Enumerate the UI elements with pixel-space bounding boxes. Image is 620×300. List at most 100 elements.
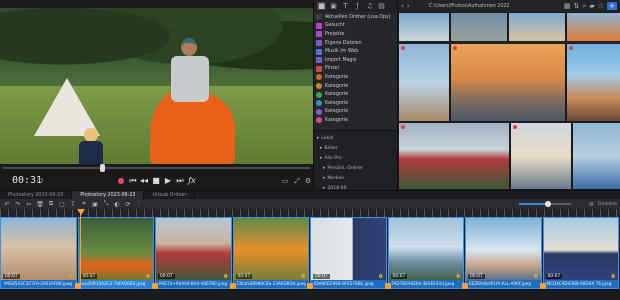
fullscreen-icon[interactable]: ⤢ (292, 176, 302, 186)
video-preview[interactable] (0, 8, 313, 164)
photo-thumb[interactable] (510, 122, 572, 190)
paste-icon[interactable]: ▢ (58, 201, 66, 208)
folder-item[interactable]: Eigene Dateien (316, 39, 396, 48)
import-icon[interactable]: + (607, 2, 617, 10)
timeline-clip[interactable]: 00:07 🔒 MCD4C9D43B8-A8D4A 76.jpeg (542, 217, 619, 289)
tab-project-1[interactable]: Photostory 2023-06-23 (0, 191, 73, 199)
sort-icon[interactable]: ⇅ (574, 2, 580, 10)
cut-icon[interactable]: ✂ (25, 201, 33, 208)
photo-thumb[interactable] (566, 12, 620, 42)
star-icon[interactable]: ☆ (598, 2, 604, 10)
photo-thumb[interactable] (398, 122, 510, 190)
folder-item[interactable]: Gesucht (316, 22, 396, 31)
time-ruler[interactable] (0, 209, 620, 217)
lock-icon[interactable]: 🔒 (456, 274, 461, 279)
stop-icon[interactable]: ■ (151, 176, 161, 186)
view-grid-icon[interactable]: ▦ (564, 2, 571, 10)
lock-icon[interactable]: 🔒 (378, 274, 383, 279)
tree-item[interactable]: ▸ Medien (317, 173, 395, 183)
timeline-label[interactable]: Timeline (597, 202, 617, 207)
folder-item[interactable]: Kategorie (316, 108, 396, 117)
back-icon[interactable]: ‹ (401, 2, 404, 10)
filter-icon[interactable]: ⌕ (582, 2, 586, 11)
redo-icon[interactable]: ↷ (14, 201, 22, 208)
tree-item[interactable]: ▸ Alle Pro (317, 153, 395, 163)
folder-path[interactable]: C:\Users\Photos\Aufnahmen 2022 (429, 4, 561, 9)
chevron-right-icon[interactable]: ▸ (323, 176, 325, 181)
folder-item[interactable]: Projekte (316, 30, 396, 39)
folder-item[interactable]: Kategorie (316, 99, 396, 108)
folder-item[interactable]: Aktuellen Ordner (usa.Ops) (316, 13, 396, 22)
timeline-clip[interactable]: 00:07 🔒 C8LbS48980C8a-23A6D8Dd.jpeg (232, 217, 309, 289)
timeline-clip[interactable]: 00:07 🔒 6EZ8A4bd01fA-ALL-A90F.jpeg (465, 217, 542, 289)
folder-item[interactable]: Kategorie (316, 73, 396, 82)
skip-end-icon[interactable]: ⏭ (175, 176, 185, 186)
lock-icon[interactable]: 🔒 (223, 274, 228, 279)
tree-item[interactable]: ▸ Persönl. Ordner (317, 163, 395, 173)
title-icon[interactable]: T (69, 201, 77, 208)
crop-icon[interactable]: ⌗ (80, 200, 88, 208)
forward-icon[interactable]: › (407, 2, 410, 10)
play-icon[interactable]: ▶ (163, 176, 173, 186)
tab-project-3[interactable]: Urlaub Ordner (144, 191, 196, 199)
timeline-clip[interactable]: 00:07 🔒 usa5fA1503C4-7bFAD6E6.jpeg (77, 217, 154, 289)
chevron-right-icon[interactable]: ▸ (320, 146, 322, 151)
scrub-handle[interactable] (100, 164, 105, 172)
tab-project-2[interactable]: Photostory 2023-06-23 (72, 191, 145, 199)
timeline-clip[interactable]: 00:07 🔒 IDeN6D29E8-8FE5FB6E.jpeg (310, 217, 387, 289)
chevron-right-icon[interactable]: ▸ (323, 166, 325, 171)
folder-item[interactable]: Pinsel (316, 65, 396, 74)
text-icon[interactable]: T (341, 2, 350, 10)
photo-thumb[interactable] (572, 122, 620, 190)
skip-start-icon[interactable]: ⏮ (128, 176, 138, 186)
effects-icon[interactable]: ƒx (187, 176, 197, 186)
display-icon[interactable]: ▭ (280, 176, 290, 186)
folder-icon[interactable]: ▰ (589, 2, 594, 10)
chevron-right-icon[interactable]: ▸ (320, 156, 322, 161)
template-icon[interactable]: ▤ (377, 2, 386, 10)
photo-thumb[interactable] (398, 12, 450, 42)
split-icon[interactable]: ⫶ (135, 200, 143, 208)
rotate-icon[interactable]: ⟳ (124, 201, 132, 208)
folder-item[interactable]: Kategorie (316, 90, 396, 99)
photo-thumb[interactable] (450, 43, 566, 122)
timeline-clip[interactable]: 00:07 🔒 IMG8543C3C5FA-2003AFB8.jpeg (0, 217, 77, 289)
effects-tab-icon[interactable]: ƒ (353, 2, 362, 10)
photo-thumb[interactable] (508, 12, 566, 42)
timeline-zoom-slider[interactable] (519, 201, 571, 207)
tree-item[interactable]: ▸ Lokal (317, 133, 395, 143)
lock-icon[interactable]: 🔒 (611, 274, 616, 279)
undo-icon[interactable]: ↶ (3, 201, 11, 208)
photo-thumb[interactable] (450, 12, 508, 42)
record-icon[interactable]: ● (116, 176, 126, 186)
timeline-clip[interactable]: 00:07 🔒 IMG7d+9bA0d-BA4-d66780.jpeg (155, 217, 232, 289)
lock-icon[interactable]: 🔒 (301, 274, 306, 279)
settings-icon[interactable]: ⚙ (303, 176, 313, 186)
timeline-clip[interactable]: 00:07 🔒 FAD7B0A4Ebk-3b5EE44d.jpeg (387, 217, 464, 289)
lock-icon[interactable]: 🔒 (68, 274, 73, 279)
playhead-cap[interactable] (77, 209, 85, 215)
grid-view-icon[interactable]: ▦ (317, 2, 326, 10)
lock-icon[interactable]: 🔒 (146, 274, 151, 279)
mask-icon[interactable]: ◐ (113, 201, 121, 208)
image-icon[interactable]: ▣ (91, 201, 99, 208)
music-icon[interactable]: ♫ (365, 2, 374, 10)
media-icon[interactable]: ▣ (329, 2, 338, 10)
photo-thumb[interactable] (398, 43, 450, 122)
fit-icon[interactable]: ⤡ (102, 200, 110, 208)
scrub-bar[interactable] (0, 164, 313, 172)
chevron-right-icon[interactable]: ▸ (317, 136, 319, 141)
tree-item[interactable]: ▸ Bilder (317, 143, 395, 153)
view-icon[interactable]: ▤ (589, 202, 593, 207)
photo-thumb[interactable] (566, 43, 620, 122)
rewind-icon[interactable]: ◂◂ (139, 176, 149, 186)
playhead[interactable] (80, 209, 81, 300)
folder-item[interactable]: Kategorie (316, 82, 396, 91)
folder-item[interactable]: Musik im Web (316, 47, 396, 56)
delete-icon[interactable]: 🗑 (36, 201, 44, 208)
zoom-knob[interactable] (544, 201, 551, 207)
copy-icon[interactable]: ⧉ (47, 200, 55, 208)
folder-item[interactable]: Import Magix (316, 56, 396, 65)
folder-item[interactable]: Kategorie (316, 116, 396, 125)
lock-icon[interactable]: 🔒 (533, 274, 538, 279)
